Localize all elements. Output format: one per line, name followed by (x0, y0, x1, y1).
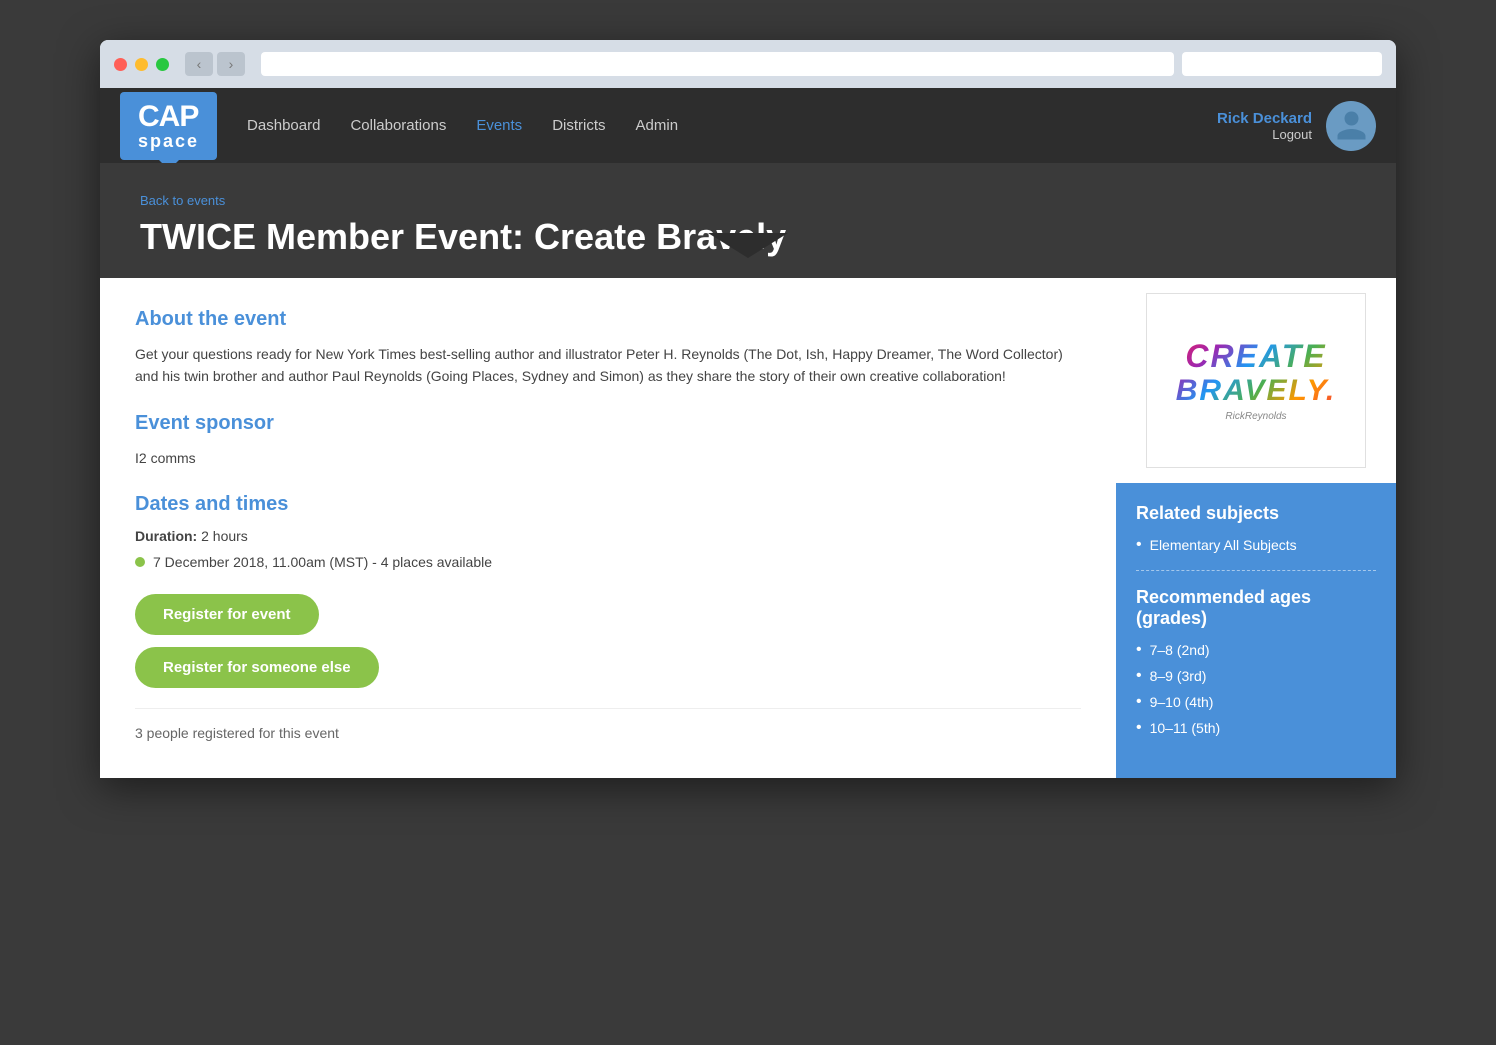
logo-cap-text: CAP (138, 102, 199, 132)
age-bullet-1: • (1136, 667, 1142, 685)
nav-collaborations[interactable]: Collaborations (350, 117, 446, 134)
age-label-1: 8–9 (3rd) (1150, 668, 1207, 684)
browser-titlebar: ‹ › (100, 40, 1396, 88)
registered-count: 3 people registered for this event (135, 708, 1081, 741)
event-image-box: CREATE BRAVELY. RickReynolds (1116, 278, 1396, 483)
subject-bullet: • (1136, 536, 1142, 554)
age-bullet-0: • (1136, 641, 1142, 659)
related-subject-item: • Elementary All Subjects (1136, 536, 1376, 554)
create-bravely-art: CREATE BRAVELY. RickReynolds (1176, 339, 1336, 422)
nav-user-section: Rick Deckard Logout (1217, 101, 1376, 151)
main-content: About the event Get your questions ready… (100, 278, 1396, 778)
browser-close-btn[interactable] (114, 58, 127, 71)
sponsor-name: I2 comms (135, 447, 1081, 469)
date-item: 7 December 2018, 11.00am (MST) - 4 place… (135, 554, 1081, 570)
age-label-0: 7–8 (2nd) (1150, 642, 1210, 658)
browser-address-bar[interactable] (261, 52, 1174, 76)
age-item-0: • 7–8 (2nd) (1136, 641, 1376, 659)
content-left: About the event Get your questions ready… (100, 278, 1116, 778)
register-other-button[interactable]: Register for someone else (135, 647, 379, 688)
age-item-2: • 9–10 (4th) (1136, 693, 1376, 711)
age-bullet-3: • (1136, 719, 1142, 737)
age-label-2: 9–10 (4th) (1150, 694, 1214, 710)
logout-link[interactable]: Logout (1217, 127, 1312, 142)
subject-label: Elementary All Subjects (1150, 537, 1297, 553)
site-logo[interactable]: CAP space (120, 92, 217, 160)
date-text: 7 December 2018, 11.00am (MST) - 4 place… (153, 554, 492, 570)
about-heading: About the event (135, 308, 1081, 331)
dates-section: Dates and times Duration: 2 hours 7 Dece… (135, 493, 1081, 570)
age-bullet-2: • (1136, 693, 1142, 711)
event-image: CREATE BRAVELY. RickReynolds (1146, 293, 1366, 468)
age-item-3: • 10–11 (5th) (1136, 719, 1376, 737)
browser-back-btn[interactable]: ‹ (185, 52, 213, 76)
browser-maximize-btn[interactable] (156, 58, 169, 71)
about-section: About the event Get your questions ready… (135, 308, 1081, 388)
right-panel-content: Related subjects • Elementary All Subjec… (1116, 483, 1396, 765)
browser-search-bar[interactable] (1182, 52, 1382, 76)
back-to-events-link[interactable]: Back to events (140, 193, 1356, 208)
create-text: CREATE (1176, 339, 1336, 374)
user-avatar[interactable] (1326, 101, 1376, 151)
register-event-button[interactable]: Register for event (135, 594, 319, 635)
nav-admin[interactable]: Admin (636, 117, 679, 134)
ages-heading: Recommended ages (grades) (1136, 587, 1376, 629)
nav-districts[interactable]: Districts (552, 117, 605, 134)
sponsor-heading: Event sponsor (135, 412, 1081, 435)
date-bullet-icon (135, 557, 145, 567)
top-navigation: CAP space Dashboard Collaborations Event… (100, 88, 1396, 163)
nav-dashboard[interactable]: Dashboard (247, 117, 320, 134)
nav-events[interactable]: Events (476, 117, 522, 134)
about-description: Get your questions ready for New York Ti… (135, 343, 1081, 388)
nav-links: Dashboard Collaborations Events District… (247, 117, 1217, 134)
signature-text: RickReynolds (1176, 411, 1336, 422)
browser-minimize-btn[interactable] (135, 58, 148, 71)
sponsor-section: Event sponsor I2 comms (135, 412, 1081, 469)
divider (1136, 570, 1376, 571)
age-label-3: 10–11 (5th) (1150, 720, 1221, 736)
related-subjects-heading: Related subjects (1136, 503, 1376, 524)
bravely-text: BRAVELY. (1176, 374, 1336, 407)
duration-line: Duration: 2 hours (135, 528, 1081, 544)
content-right: CREATE BRAVELY. RickReynolds Related sub… (1116, 278, 1396, 778)
user-name: Rick Deckard (1217, 110, 1312, 127)
page-title: TWICE Member Event: Create Bravely (140, 216, 1356, 258)
hero-area: Back to events TWICE Member Event: Creat… (100, 163, 1396, 258)
dates-heading: Dates and times (135, 493, 1081, 516)
age-item-1: • 8–9 (3rd) (1136, 667, 1376, 685)
logo-space-text: space (138, 132, 199, 150)
browser-forward-btn[interactable]: › (217, 52, 245, 76)
